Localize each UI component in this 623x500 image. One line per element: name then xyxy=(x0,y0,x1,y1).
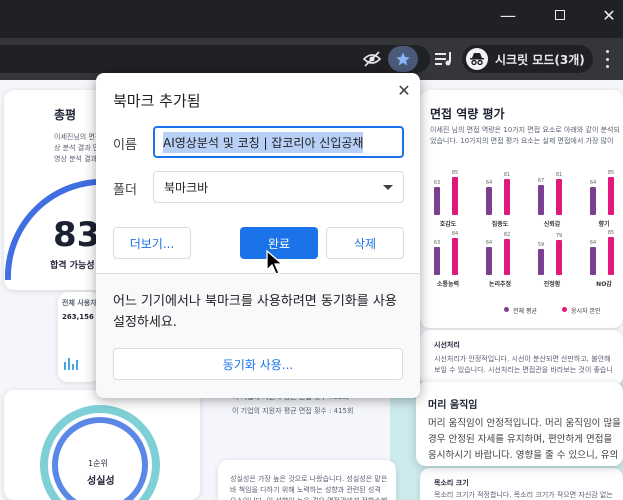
bar-value-label: 81 xyxy=(555,172,563,178)
bar-avg-3 xyxy=(590,187,596,215)
bar-me-4 xyxy=(452,238,458,275)
category-label: 소통능력 xyxy=(436,281,460,288)
rank-desc-card: 성실성은 가장 높은 것으로 나왔습니다. 성실성은 맡은 바 책임을 다하기 … xyxy=(218,460,396,500)
summary-title: 총평 xyxy=(54,108,77,122)
remove-button[interactable]: 삭제 xyxy=(326,227,404,259)
voice-card: 목소리 크기 목소리 크기가 적정합니다. 목소리 크기가 작으면 자신감 없는… xyxy=(420,468,623,500)
bookmark-dialog: 북마크 추가됨 ✕ 이름 AI영상분석 및 코칭 | 잡코리아 신입공채 폴더 … xyxy=(96,73,420,398)
minimize-icon[interactable]: — xyxy=(485,0,531,30)
bar-value-label: 82 xyxy=(503,232,511,238)
folder-value: 북마크바 xyxy=(164,180,209,195)
folder-label: 폴더 xyxy=(113,183,137,198)
bar-me-5 xyxy=(504,239,510,275)
bar-avg-0 xyxy=(434,187,440,215)
bar-value-label: 63 xyxy=(433,240,441,246)
score-value: 83 xyxy=(53,215,101,255)
legend-me: 응시자 본인 xyxy=(571,308,601,315)
enable-sync-button[interactable]: 동기화 사용... xyxy=(113,348,403,380)
close-window-icon[interactable]: ✕ xyxy=(586,0,623,30)
more-menu-icon[interactable] xyxy=(600,48,614,70)
bar-me-0 xyxy=(452,177,458,215)
bar-value-label: 79 xyxy=(555,233,563,239)
bar-me-3 xyxy=(608,177,614,215)
bar-value-label: 64 xyxy=(485,240,493,246)
bar-avg-5 xyxy=(486,247,492,275)
bar-value-label: 63 xyxy=(433,180,441,186)
dialog-title: 북마크 추가됨 xyxy=(113,92,201,110)
rank-name: 성실성 xyxy=(87,476,115,487)
category-label: 향기 xyxy=(598,221,610,228)
bookmark-name-value: AI영상분석 및 코칭 | 잡코리아 신입공채 xyxy=(163,131,364,153)
bar-value-label: 64 xyxy=(485,180,493,186)
bar-value-label: 59 xyxy=(537,242,545,248)
rank-desc: 성실성은 가장 높은 것으로 나왔습니다. 성실성은 맡은 바 책임을 다하기 … xyxy=(230,475,388,500)
mouse-cursor-icon xyxy=(266,250,284,275)
reading-list-icon[interactable] xyxy=(430,46,458,72)
legend-dot-me xyxy=(562,307,567,312)
head-title: 머리 움직임 xyxy=(428,400,478,411)
folder-select[interactable]: 북마크바 xyxy=(153,171,404,203)
category-label: 진정함 xyxy=(543,281,561,288)
bar-value-label: 81 xyxy=(503,172,511,178)
bar-me-7 xyxy=(608,237,614,275)
composure-title: 시선처리 xyxy=(434,341,460,349)
bookmark-name-input[interactable]: AI영상분석 및 코칭 | 잡코리아 신입공채 xyxy=(153,126,404,158)
category-label: 신뢰감 xyxy=(543,221,561,228)
title-bar: — ✕ xyxy=(0,0,623,38)
incognito-label: 시크릿 모드(3개) xyxy=(495,52,585,67)
voice-desc: 목소리 크기가 적정합니다. 목소리 크기가 작으면 자신감 없는 사람으로 보… xyxy=(434,491,613,499)
close-icon[interactable]: ✕ xyxy=(394,80,414,100)
score-label: 합격 가능성 xyxy=(50,261,95,271)
bar-value-label: 85 xyxy=(607,170,615,176)
bar-value-label: 64 xyxy=(589,240,597,246)
name-label: 이름 xyxy=(113,138,137,153)
voice-title: 목소리 크기 xyxy=(434,479,469,487)
chevron-down-icon xyxy=(383,184,393,190)
visits-line-2: 이 기업의 지원자 평균 면접 횟수 : 415회 xyxy=(232,407,354,415)
bar-value-label: 67 xyxy=(537,178,545,184)
users-card: 전체 사용자 263,156 명 xyxy=(58,292,103,382)
bar-avg-2 xyxy=(538,185,544,215)
bar-avg-1 xyxy=(486,187,492,215)
bar-avg-4 xyxy=(434,247,440,275)
bar-value-label: 84 xyxy=(451,231,459,237)
bar-avg-6 xyxy=(538,249,544,275)
head-movement-card: 머리 움직임 머리 움직임이 안정적입니다. 머리 움직임이 많을 경우 안정된… xyxy=(416,382,623,466)
eye-off-icon[interactable] xyxy=(358,46,386,72)
category-label: NO감 xyxy=(596,281,612,288)
dialog-divider xyxy=(96,273,420,274)
chart-card: 면접 역량 평가 이세진 님의 면접 역량은 10가지 면접 요소로 아래와 같… xyxy=(420,90,623,328)
maximize-icon[interactable] xyxy=(537,0,583,30)
bar-value-label: 64 xyxy=(589,180,597,186)
bar-chart: 63 85 호감도 64 81 집중도 67 81 신뢰감 64 85 향기 63 84 소통능력 64 82 논… xyxy=(420,90,623,328)
bar-me-1 xyxy=(504,179,510,215)
bar-value-label: 85 xyxy=(451,170,459,176)
category-label: 논리추정 xyxy=(488,281,512,288)
sync-message: 어느 기기에서나 북마크를 사용하려면 동기화를 사용 설정하세요. xyxy=(113,294,397,330)
rank-label: 1순위 xyxy=(88,459,108,468)
composure-desc: 시선처리가 안정적입니다. 시선이 분산되면 산만하고, 불안해 보일 수 있습… xyxy=(434,355,613,374)
bar-me-6 xyxy=(556,240,562,275)
composure-card: 시선처리 시선처리가 안정적입니다. 시선이 분산되면 산만하고, 불안해 보일… xyxy=(420,330,623,386)
category-label: 호감도 xyxy=(439,221,457,228)
bar-me-2 xyxy=(556,179,562,215)
incognito-icon xyxy=(466,48,488,70)
users-label: 전체 사용자 xyxy=(62,299,97,307)
legend-dot-avg xyxy=(504,307,509,312)
legend-avg: 전체 평균 xyxy=(513,308,537,315)
incognito-profile-button[interactable]: 시크릿 모드(3개) xyxy=(462,45,593,73)
bar-value-label: 85 xyxy=(607,230,615,236)
bookmark-star-icon[interactable] xyxy=(388,46,418,72)
more-button[interactable]: 더보기... xyxy=(113,227,191,259)
bar-avg-7 xyxy=(590,247,596,275)
category-label: 집중도 xyxy=(491,221,509,228)
head-desc: 머리 움직임이 안정적입니다. 머리 움직임이 많을 경우 안정된 자세를 유지… xyxy=(428,418,621,461)
